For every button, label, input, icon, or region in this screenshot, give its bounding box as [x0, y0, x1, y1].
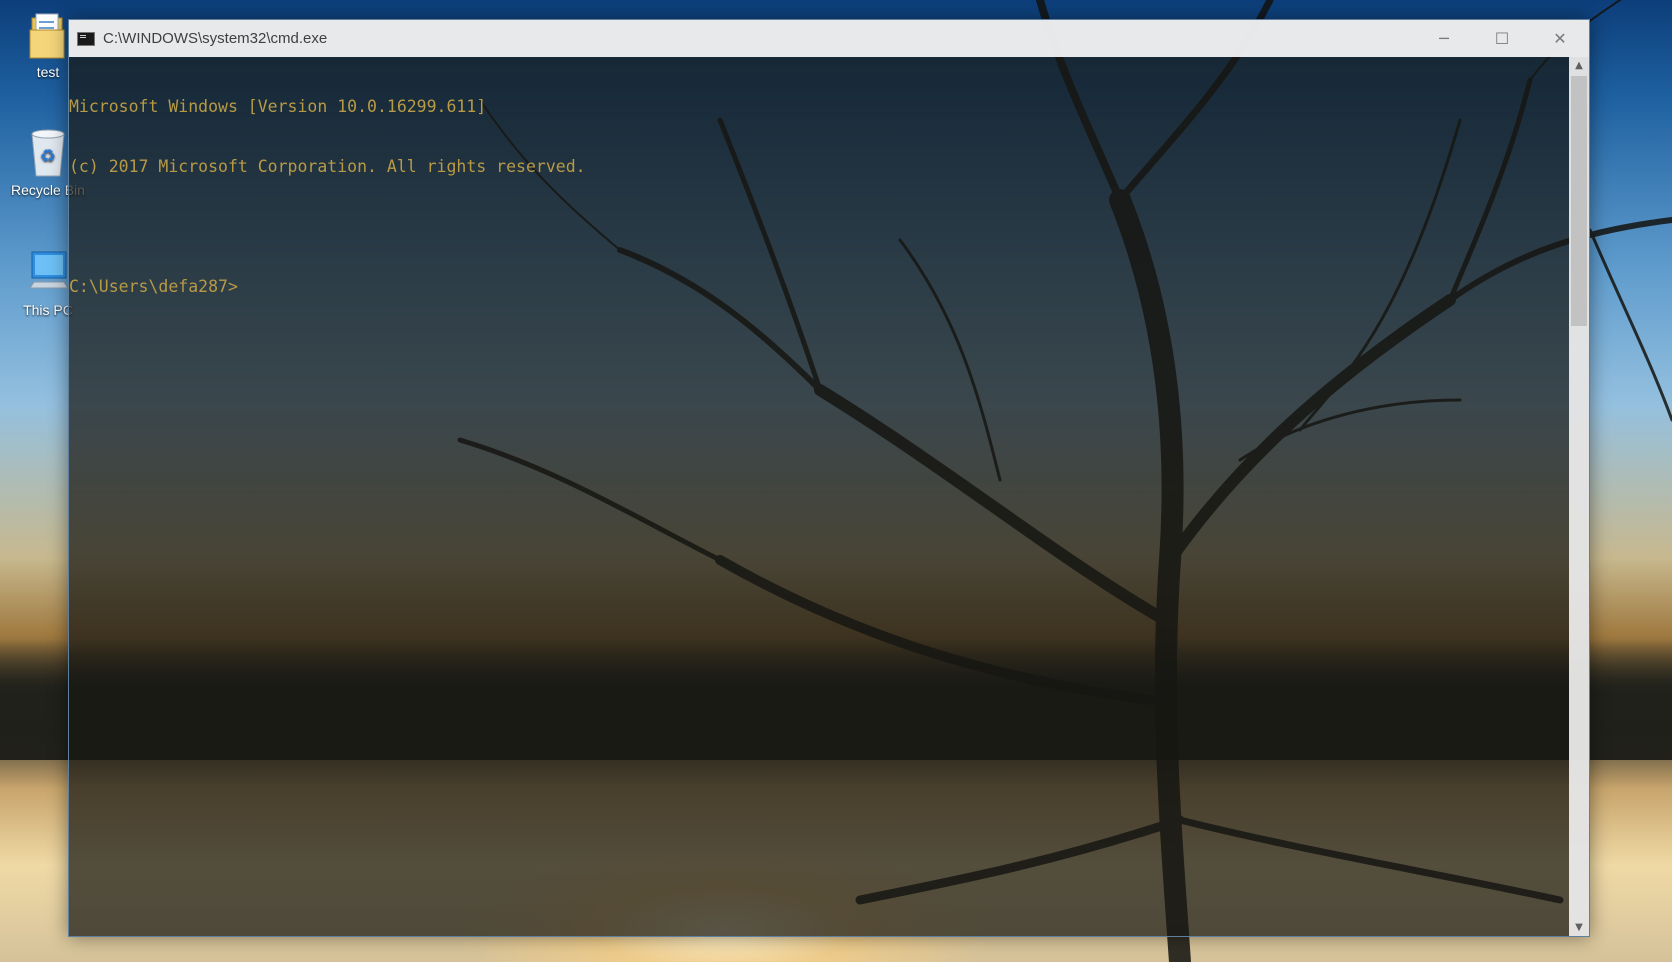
vertical-scrollbar[interactable]: ▲ ▼: [1569, 57, 1589, 936]
close-button[interactable]: ✕: [1531, 20, 1589, 57]
close-icon: ✕: [1553, 29, 1567, 48]
console-line: (c) 2017 Microsoft Corporation. All righ…: [69, 157, 586, 176]
window-controls: ─ ☐ ✕: [1415, 20, 1589, 57]
console-line: Microsoft Windows [Version 10.0.16299.61…: [69, 97, 487, 116]
scroll-down-button[interactable]: ▼: [1569, 919, 1589, 936]
desktop: test ♻ Recycle Bin This PC C:\WINDOWS\sy…: [0, 0, 1672, 962]
maximize-button[interactable]: ☐: [1473, 20, 1531, 57]
chevron-up-icon: ▲: [1575, 60, 1583, 71]
cmd-window[interactable]: C:\WINDOWS\system32\cmd.exe ─ ☐ ✕ Micros…: [68, 19, 1590, 937]
minimize-icon: ─: [1439, 29, 1449, 48]
scroll-thumb[interactable]: [1571, 76, 1587, 326]
svg-text:♻: ♻: [40, 146, 56, 167]
maximize-icon: ☐: [1494, 29, 1510, 48]
console-app-icon[interactable]: [77, 31, 95, 46]
title-bar[interactable]: C:\WINDOWS\system32\cmd.exe ─ ☐ ✕: [69, 20, 1589, 57]
window-title: C:\WINDOWS\system32\cmd.exe: [103, 30, 328, 47]
folder-icon: [24, 8, 72, 60]
computer-icon: [24, 246, 72, 298]
minimize-button[interactable]: ─: [1415, 20, 1473, 57]
console-output[interactable]: Microsoft Windows [Version 10.0.16299.61…: [69, 57, 1569, 936]
console-prompt[interactable]: C:\Users\defa287>: [69, 277, 1569, 297]
scroll-up-button[interactable]: ▲: [1569, 57, 1589, 74]
chevron-down-icon: ▼: [1575, 922, 1583, 933]
recycle-bin-icon: ♻: [24, 126, 72, 178]
